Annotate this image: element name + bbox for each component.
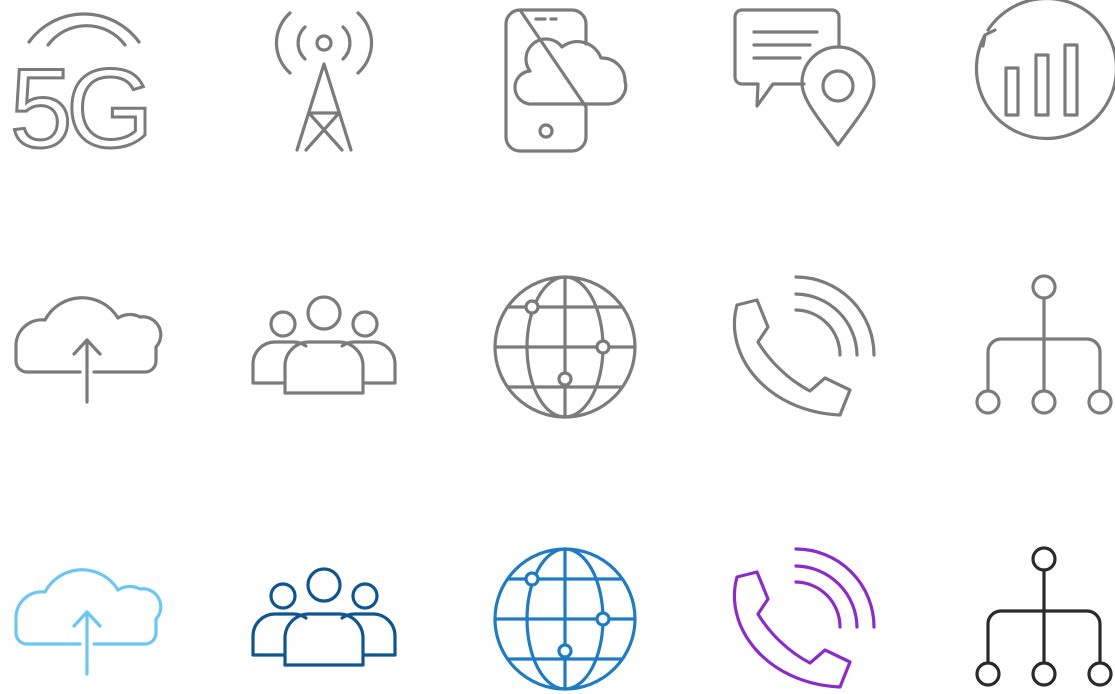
group-icon [251,295,397,395]
icon-canvas: 5G [9,0,1115,691]
globe-network-icon [493,275,637,419]
cell-tower-icon [274,11,374,152]
hierarchy-icon [975,546,1113,687]
cloud-upload-icon [14,296,163,404]
hierarchy-icon [975,274,1113,415]
cloud-upload-icon [14,568,163,676]
refresh-bar-chart-icon [974,0,1115,141]
chat-location-icon [733,8,876,147]
5g-label: 5G [10,46,147,171]
icon-set: 5G [0,0,1115,694]
phone-call-icon [732,547,876,689]
phone-call-icon [732,275,876,417]
group-icon [251,567,397,667]
globe-network-icon [493,547,637,691]
phone-cloud-icon [504,8,628,153]
5g-signal-icon: 5G [9,12,155,173]
